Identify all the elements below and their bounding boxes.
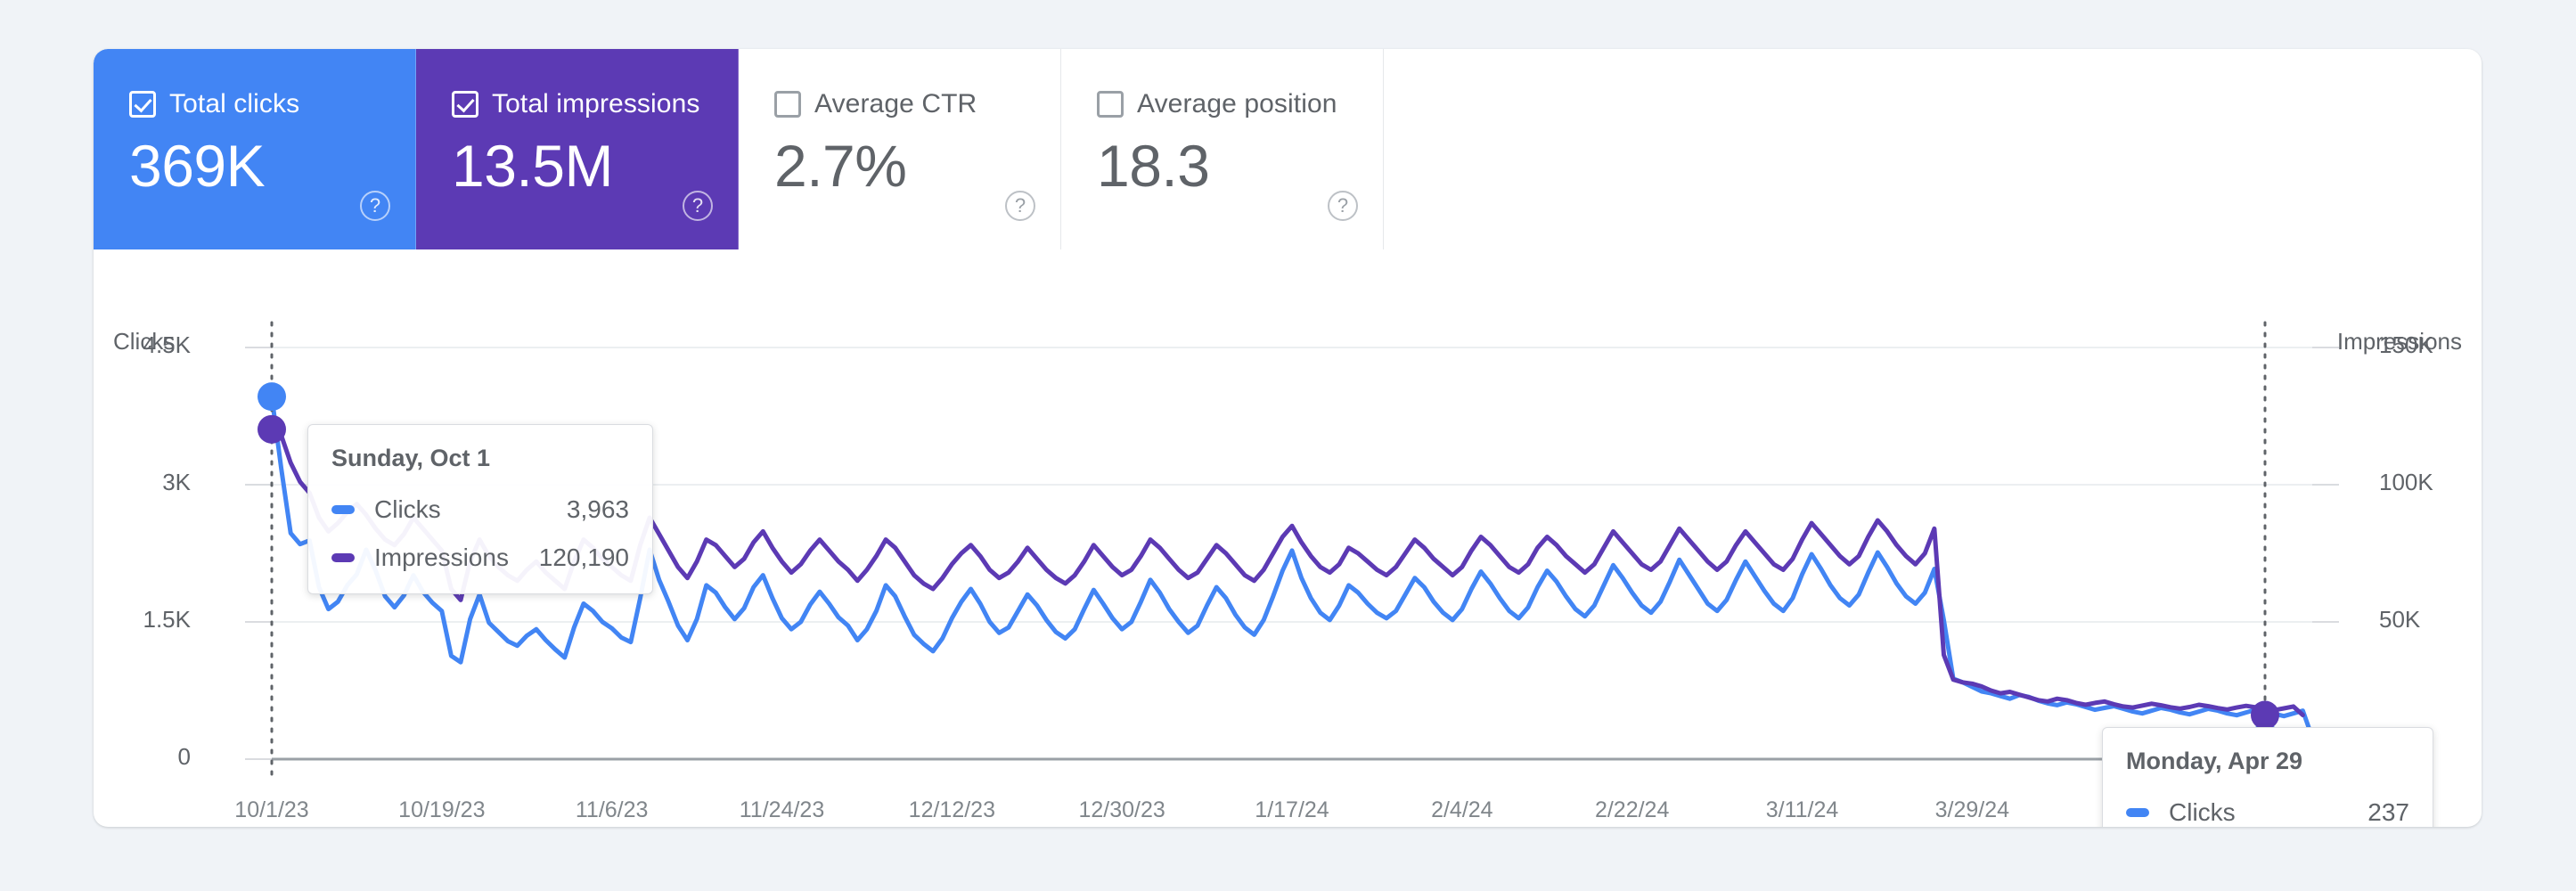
- metric-label: Total clicks: [169, 89, 300, 119]
- impressions-swatch-icon: [331, 553, 355, 562]
- tooltip-series-value: 120,190: [538, 544, 629, 571]
- checkbox-checked-icon[interactable]: [129, 91, 156, 118]
- help-icon[interactable]: ?: [360, 191, 390, 221]
- metric-value: 13.5M: [452, 133, 613, 199]
- x-axis-tick-label: 11/6/23: [575, 797, 649, 822]
- tooltip-series-name: Clicks: [374, 495, 441, 523]
- metric-value: 18.3: [1097, 133, 1210, 199]
- data-point-impressions[interactable]: [2250, 700, 2279, 730]
- tooltip-series-name: Impressions: [374, 544, 509, 571]
- metric-header: Average position: [1097, 89, 1383, 119]
- y-axis-left-tick-label: 4.5K: [143, 331, 192, 358]
- y-axis-left-tick-label: 0: [177, 743, 191, 770]
- performance-screen: Total clicks 369K ? Total impressions 13…: [0, 0, 2576, 891]
- metric-tab-total-impressions[interactable]: Total impressions 13.5M ?: [416, 49, 739, 249]
- x-axis-tick-label: 11/24/23: [739, 797, 825, 822]
- x-axis-tick-label: 1/17/24: [1255, 797, 1329, 822]
- y-axis-left-tick-label: 3K: [162, 469, 191, 495]
- metric-header: Total clicks: [129, 89, 415, 119]
- metric-value: 369K: [129, 133, 266, 199]
- clicks-swatch-icon: [2126, 808, 2149, 817]
- metric-tabs: Total clicks 369K ? Total impressions 13…: [94, 49, 1384, 249]
- clicks-swatch-icon: [331, 505, 355, 514]
- metric-tab-total-clicks[interactable]: Total clicks 369K ?: [94, 49, 416, 249]
- tooltip-row-clicks: Clicks 3,963: [331, 495, 629, 524]
- y-axis-right-tick-label: 150K: [2379, 331, 2433, 358]
- x-axis-tick-label: 3/11/24: [1765, 797, 1839, 822]
- metric-tab-average-position[interactable]: Average position 18.3 ?: [1061, 49, 1384, 249]
- tooltip-date: Sunday, Oct 1: [331, 445, 491, 471]
- x-axis-tick-label: 12/30/23: [1078, 797, 1165, 822]
- metric-header: Average CTR: [774, 89, 1060, 119]
- x-axis-tick-label: 2/4/24: [1431, 797, 1493, 822]
- tooltip-series-value: 3,963: [566, 495, 629, 523]
- x-axis-tick-label: 10/1/23: [234, 797, 309, 822]
- checkbox-unchecked-icon[interactable]: [774, 91, 801, 118]
- y-axis-right-tick-label: 100K: [2379, 469, 2433, 495]
- metric-tab-average-ctr[interactable]: Average CTR 2.7% ?: [739, 49, 1061, 249]
- metric-label: Average CTR: [814, 89, 977, 119]
- data-point-impressions[interactable]: [258, 414, 286, 444]
- x-axis-tick-label: 12/12/23: [908, 797, 995, 822]
- data-point-clicks[interactable]: [258, 382, 286, 412]
- x-axis-tick-label: 2/22/24: [1594, 797, 1670, 822]
- tooltip-series-value: 237: [2367, 798, 2409, 826]
- tooltip-date: Monday, Apr 29: [2126, 748, 2303, 774]
- y-axis-left-tick-label: 1.5K: [143, 606, 192, 633]
- x-axis-tick-label: 3/29/24: [1934, 797, 2010, 822]
- metric-label: Total impressions: [492, 89, 700, 119]
- tooltip-row-impressions: Impressions 120,190: [331, 544, 629, 572]
- chart-tooltip-end: Monday, Apr 29 Clicks 237 Impressions 16…: [2102, 727, 2433, 827]
- help-icon[interactable]: ?: [1328, 191, 1358, 221]
- metric-value: 2.7%: [774, 133, 907, 199]
- x-axis-tick-label: 10/19/23: [398, 797, 486, 822]
- checkbox-checked-icon[interactable]: [452, 91, 478, 118]
- checkbox-unchecked-icon[interactable]: [1097, 91, 1124, 118]
- tooltip-series-name: Clicks: [2169, 798, 2236, 826]
- performance-chart: Clicks Impressions Sunday, Oct 1 Clicks …: [94, 249, 2482, 827]
- y-axis-right-tick-label: 50K: [2379, 606, 2421, 633]
- help-icon[interactable]: ?: [683, 191, 713, 221]
- help-icon[interactable]: ?: [1005, 191, 1035, 221]
- tooltip-row-clicks: Clicks 237: [2126, 798, 2409, 827]
- metric-header: Total impressions: [452, 89, 738, 119]
- performance-card: Total clicks 369K ? Total impressions 13…: [94, 49, 2482, 827]
- metric-label: Average position: [1137, 89, 1337, 119]
- chart-tooltip-start: Sunday, Oct 1 Clicks 3,963 Impressions 1…: [307, 424, 653, 594]
